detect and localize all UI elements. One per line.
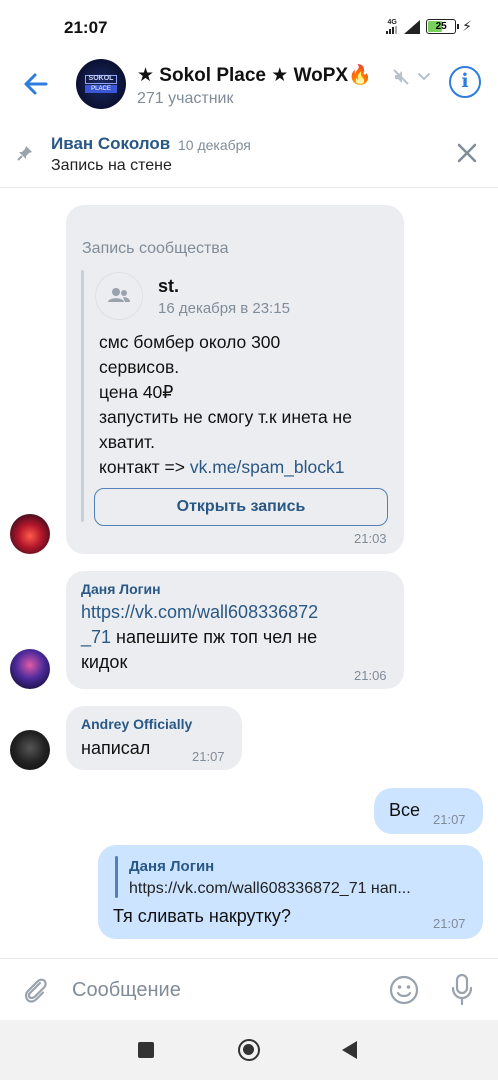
post-line: запустить не смогу т.к инета не [99,407,352,427]
chevron-down-icon[interactable] [416,68,432,84]
chat-title[interactable]: ★ Sokol Place ★ WoPX🔥 [137,63,372,87]
network-icon: 4G [386,19,398,34]
status-icons: 4G 25 ⚡ [386,18,472,35]
chat-member-count: 271 участник [137,90,234,107]
emoji-icon[interactable] [389,975,419,1005]
message-text: https://vk.com/wall608336872 _71 напешит… [81,600,381,675]
post-line: контакт => vk.me/spam_block1 [99,455,399,480]
status-bar: 21:07 4G 25 ⚡ [0,0,498,56]
composer [0,958,498,1020]
status-time: 21:07 [64,18,108,37]
charging-icon: ⚡ [462,18,472,34]
chat-avatar[interactable]: SOKOL PLACE [76,59,126,109]
avatar-logo-top: SOKOL [85,75,117,84]
quote-bar [81,270,84,522]
post-line: смс бомбер около 300 [99,332,281,352]
message-text: Тя сливать накрутку? [113,906,291,926]
post-contact-label: контакт => [99,457,190,477]
home-button[interactable] [238,1039,260,1061]
message-author[interactable]: Даня Логин [81,581,161,597]
reply-author[interactable]: Даня Логин [129,858,214,875]
message-time: 21:06 [354,668,387,683]
message-time: 21:07 [433,916,466,931]
close-icon[interactable] [456,142,478,164]
avatar-logo-bottom: PLACE [85,85,117,93]
pin-icon [17,146,32,161]
message-text-part: напешите пж топ чел не [111,627,318,647]
battery-level: 25 [435,21,447,32]
pinned-date: 10 декабря [178,137,251,153]
network-label: 4G [387,19,397,26]
reply-quote-bar [115,856,118,898]
community-avatar[interactable] [95,272,143,320]
paperclip-icon[interactable] [20,975,50,1005]
pinned-message[interactable]: Иван Соколов 10 декабря Запись на стене [0,124,498,188]
message-text: Все [389,800,421,820]
message-link[interactable]: _71 [81,627,111,647]
post-source-date: 16 декабря в 23:15 [158,300,290,317]
post-source-name[interactable]: st. [158,276,179,297]
avatar[interactable] [10,730,50,770]
users-icon [108,288,130,302]
open-post-button[interactable]: Открыть запись [94,488,388,526]
message-link[interactable]: https://vk.com/wall608336872 [81,602,318,622]
post-text: смс бомбер около 300 сервисов. цена 40₽ … [99,330,399,480]
message-text: написал [81,738,151,758]
message-time: 21:07 [433,812,466,827]
back-arrow-icon[interactable] [18,66,54,102]
message-author[interactable]: Andrey Officially [81,716,192,732]
post-line: сервисов. [99,357,180,377]
battery-icon: 25 [426,19,460,34]
muted-speaker-icon [393,69,409,85]
system-back-button[interactable] [342,1041,357,1059]
post-line: цена 40₽ [99,382,174,402]
microphone-icon[interactable] [450,973,474,1007]
reply-text: https://vk.com/wall608336872_71 нап... [129,880,411,897]
post-contact-link[interactable]: vk.me/spam_block1 [190,457,345,477]
pinned-author: Иван Соколов [51,134,171,153]
message-time: 21:07 [192,749,225,764]
signal-icon [404,19,421,34]
avatar[interactable] [10,649,50,689]
message-time: 21:03 [354,531,387,546]
recents-button[interactable] [138,1042,154,1058]
post-header: Запись сообщества [82,240,229,257]
pinned-text: Запись на стене [51,157,172,174]
avatar[interactable] [10,514,50,554]
chat-header: SOKOL PLACE ★ Sokol Place ★ WoPX🔥 271 уч… [0,56,498,118]
message-input[interactable] [72,973,372,1007]
info-icon[interactable]: i [449,66,481,98]
post-line: хватит. [99,432,155,452]
message-text-part: кидок [81,652,128,672]
system-nav-bar [0,1020,498,1080]
